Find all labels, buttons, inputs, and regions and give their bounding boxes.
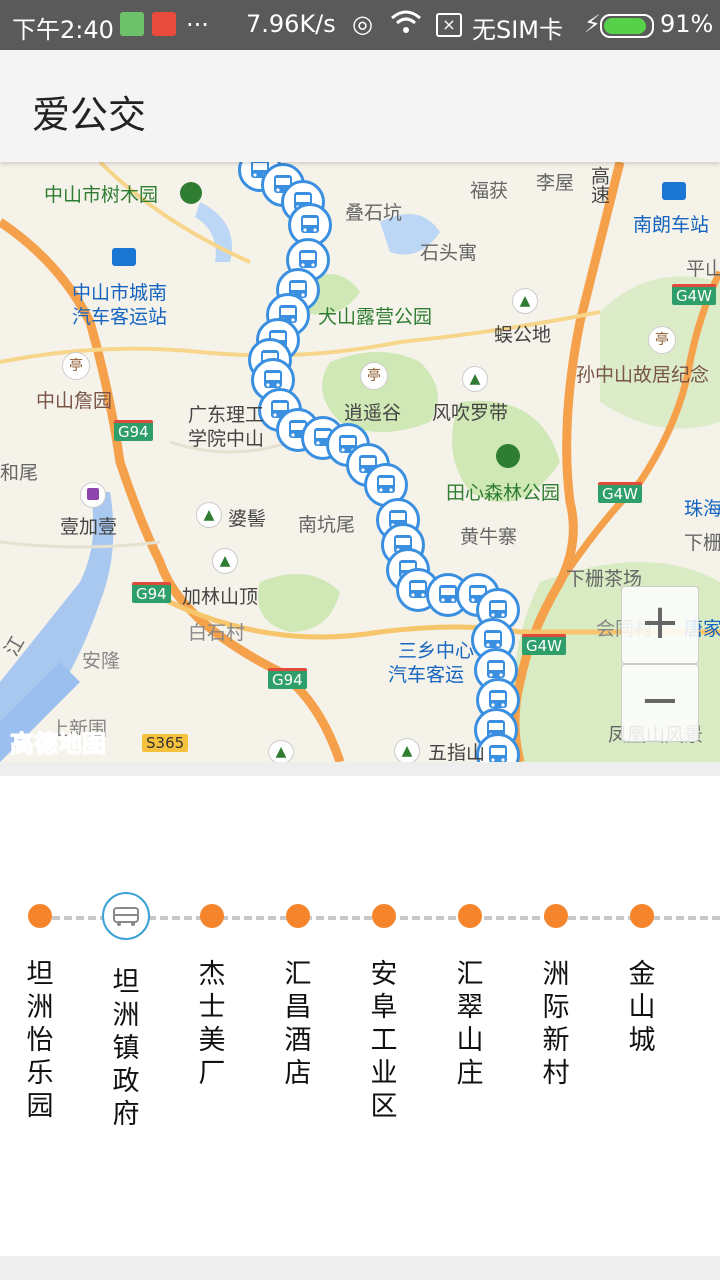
park-icon [180, 182, 202, 204]
stop-dot [28, 904, 52, 928]
stop-item-current[interactable]: 坦洲镇政府 [86, 892, 166, 1131]
map-label: 三乡中心 [398, 640, 475, 662]
stop-item[interactable]: 安阜工业区 [344, 900, 424, 1123]
wifi-icon [390, 8, 422, 42]
battery-icon [600, 14, 654, 38]
more-notifications-icon: ... [186, 4, 209, 32]
zoom-in-button[interactable]: + [621, 586, 699, 664]
map-label: 孙中山故居纪念 [576, 364, 710, 386]
map-label: 高速 [588, 166, 610, 204]
app-title: 爱公交 [32, 93, 147, 137]
bus-station-icon [662, 182, 686, 200]
map-label: 白石村 [188, 622, 246, 644]
map-label: 中山市城南 [72, 282, 168, 304]
map-label: 风吹罗带 [432, 402, 509, 424]
stop-dot [544, 904, 568, 928]
scenic-spot-icon: 亭 [648, 326, 676, 354]
stop-name: 坦洲怡乐园 [26, 959, 54, 1122]
map-label: 叠石坑 [345, 202, 403, 224]
scenic-spot-icon: 亭 [62, 352, 90, 380]
mountain-icon: ▲ [462, 366, 488, 392]
map-label: 珠海 [684, 498, 720, 520]
map-label: 五指山 [428, 742, 486, 762]
status-bar: 下午2:40 ... 7.96K/s ◎ × 无SIM卡 ⚡ 91% [0, 0, 720, 50]
stop-item[interactable]: 金山城 [602, 900, 682, 1057]
zoom-out-button[interactable]: − [621, 664, 699, 742]
stop-name: 坦洲镇政府 [112, 967, 140, 1130]
stop-name: 汇翠山庄 [456, 959, 484, 1089]
highway-badge: G94 [114, 420, 153, 441]
highway-badge: G4W [672, 284, 716, 305]
stop-name: 金山城 [628, 959, 656, 1056]
map-label: 汽车客运 [388, 664, 465, 686]
stop-item[interactable]: 坦洲怡乐园 [0, 900, 80, 1123]
app-bar: 爱公交 [0, 50, 720, 162]
stop-item[interactable]: 杰士美厂 [172, 900, 252, 1090]
map-label: 南朗车站 [633, 214, 710, 236]
stop-item[interactable]: 汇翠山庄 [430, 900, 510, 1090]
bus-station-icon [112, 248, 136, 266]
stop-item[interactable]: 汇昌酒店 [258, 900, 338, 1090]
map-label: 加林山顶 [182, 586, 259, 608]
map-label: 汽车客运站 [72, 306, 168, 328]
mountain-icon: ▲ [196, 502, 222, 528]
map-watermark: 高德地图 [10, 730, 107, 759]
map-label: 南坑尾 [298, 514, 356, 536]
hotspot-icon: ◎ [352, 10, 373, 38]
map-label: 广东理工 [188, 404, 265, 426]
stop-list: 坦洲怡乐园 坦洲镇政府 杰士美厂 汇昌酒店 安阜工业区 汇翠山庄 洲际新村 金山… [0, 776, 720, 1256]
stop-dot [372, 904, 396, 928]
shopping-icon [80, 482, 106, 508]
highway-badge: G94 [132, 582, 171, 603]
map-label: 安隆 [82, 650, 121, 672]
stop-dot [286, 904, 310, 928]
sim-status: 无SIM卡 [472, 16, 564, 44]
stop-name: 杰士美厂 [198, 959, 226, 1089]
map-label: 婆髻 [228, 508, 267, 530]
map-label: 犬山露营公园 [318, 306, 433, 328]
charging-icon: ⚡ [584, 10, 601, 38]
map-label: 下栅 [684, 532, 720, 554]
highway-badge: G4W [598, 482, 642, 503]
mountain-icon: ▲ [212, 548, 238, 574]
status-time: 下午2:40 [12, 16, 114, 44]
no-sim-icon: × [436, 13, 462, 37]
battery-percent: 91% [660, 10, 714, 38]
park-icon [496, 444, 520, 468]
bottom-bar [0, 1256, 720, 1280]
map-label: 壹加壹 [60, 516, 118, 538]
map-label: 蜈公地 [494, 324, 552, 346]
highway-badge: G94 [268, 668, 307, 689]
mountain-icon: ▲ [268, 740, 294, 762]
map-label: 平山 [686, 258, 720, 280]
map-label: 李屋 [536, 172, 575, 194]
stop-dot [200, 904, 224, 928]
stop-name: 洲际新村 [542, 959, 570, 1089]
highway-badge: G4W [522, 634, 566, 655]
stop-name: 安阜工业区 [370, 959, 398, 1122]
mountain-icon: ▲ [394, 738, 420, 762]
route-map[interactable]: 中山市树木园 叠石坑 福获 李屋 高速 南朗车站 中山市城南 汽车客运站 石头寓… [0, 162, 720, 762]
section-divider [0, 762, 720, 776]
map-label: 福获 [470, 180, 509, 202]
bus-icon [102, 892, 150, 940]
map-label: 逍遥谷 [344, 402, 402, 424]
stop-dot [458, 904, 482, 928]
mountain-icon: ▲ [512, 288, 538, 314]
android-icon [120, 12, 144, 36]
stop-dot [630, 904, 654, 928]
map-label: 黄牛寨 [460, 526, 518, 548]
scenic-spot-icon: 亭 [360, 362, 388, 390]
map-label: 田心森林公园 [446, 482, 561, 504]
stop-name: 汇昌酒店 [284, 959, 312, 1089]
map-label: 学院中山 [188, 428, 265, 450]
network-speed: 7.96K/s [246, 10, 336, 38]
provincial-road-badge: S365 [142, 734, 189, 752]
app-notification-icon [152, 12, 176, 36]
map-label: 中山市树木园 [44, 184, 159, 206]
map-label: 和尾 [0, 462, 39, 484]
map-label: 中山詹园 [36, 390, 113, 412]
stop-item[interactable]: 洲际新村 [516, 900, 596, 1090]
map-label: 石头寓 [420, 242, 478, 264]
